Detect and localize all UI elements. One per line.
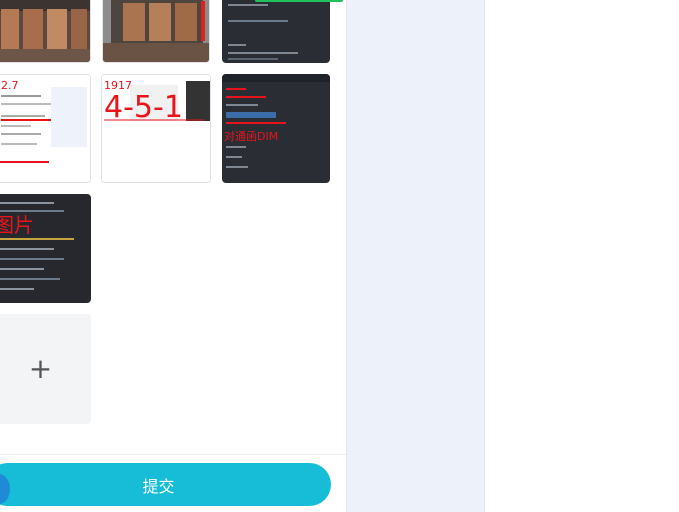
right-panel — [485, 0, 679, 512]
image-thumbnail[interactable]: 1917 4-5-1 — [101, 74, 211, 183]
label-photo: 1917 4-5-1 — [102, 75, 210, 182]
side-panel — [347, 0, 484, 512]
code-screenshot: 图片 — [0, 194, 91, 303]
image-thumbnail[interactable]: 图片 — [0, 194, 91, 303]
svg-text:4-5-1: 4-5-1 — [104, 90, 183, 125]
footer-divider — [0, 454, 346, 455]
upload-panel: 2.7 1917 4-5-1 对通函DIM 图片 + 提交 — [0, 0, 346, 512]
image-thumbnail[interactable]: 2.7 — [0, 74, 91, 183]
image-thumbnail[interactable] — [102, 0, 210, 63]
svg-text:2.7: 2.7 — [1, 79, 19, 92]
document-screenshot: 2.7 — [0, 75, 90, 182]
code-screenshot — [222, 0, 330, 63]
svg-text:对通函DIM: 对通函DIM — [224, 129, 278, 143]
submit-button[interactable]: 提交 — [0, 463, 331, 506]
submit-label: 提交 — [142, 476, 175, 496]
svg-text:图片: 图片 — [0, 213, 34, 237]
code-screenshot: 对通函DIM — [222, 74, 330, 183]
add-image-button[interactable]: + — [0, 314, 91, 424]
plus-icon: + — [28, 352, 53, 385]
image-thumbnail[interactable]: 对通函DIM — [222, 74, 330, 183]
image-thumbnail[interactable] — [222, 0, 330, 63]
container-photo — [103, 0, 209, 62]
container-photo — [0, 0, 90, 62]
success-indicator — [255, 0, 343, 2]
image-thumbnail[interactable] — [0, 0, 91, 63]
